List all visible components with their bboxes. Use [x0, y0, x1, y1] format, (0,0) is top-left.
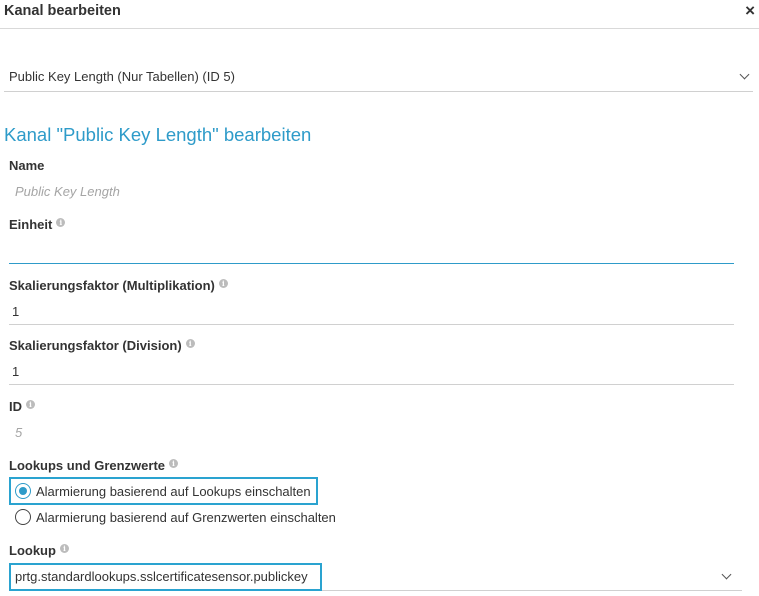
info-icon[interactable]: i — [169, 459, 179, 468]
highlight-box — [9, 563, 322, 591]
scale-mult-label: Skalierungsfaktor (Multiplikation) i — [9, 278, 228, 293]
chevron-down-icon — [721, 569, 732, 580]
radio-thresholds[interactable]: Alarmierung basierend auf Grenzwerten ei… — [15, 508, 336, 526]
radio-thresholds-label: Alarmierung basierend auf Grenzwerten ei… — [36, 509, 336, 525]
info-icon[interactable]: i — [26, 400, 35, 409]
dialog-title: Kanal bearbeiten — [4, 3, 121, 19]
info-icon[interactable]: i — [56, 218, 66, 227]
id-label: ID i — [9, 399, 35, 414]
highlight-box — [9, 477, 318, 505]
id-value: 5 — [15, 425, 23, 440]
scale-mult-input[interactable] — [9, 299, 734, 325]
lookup-label: Lookup i — [9, 543, 69, 558]
name-value: Public Key Length — [15, 184, 120, 199]
section-title: Kanal "Public Key Length" bearbeiten — [4, 124, 312, 145]
channel-select-value: Public Key Length (Nur Tabellen) (ID 5) — [9, 69, 235, 84]
unit-label: Einheit i — [9, 217, 66, 232]
unit-input[interactable] — [9, 238, 734, 264]
channel-select[interactable]: Public Key Length (Nur Tabellen) (ID 5) — [4, 62, 753, 92]
radio-button-unchecked[interactable] — [15, 509, 31, 525]
lookups-label: Lookups und Grenzwerte i — [9, 458, 179, 473]
info-icon[interactable]: i — [218, 279, 228, 288]
chevron-down-icon — [739, 69, 750, 80]
dialog-header: Kanal bearbeiten × — [0, 0, 759, 29]
info-icon[interactable]: i — [59, 544, 69, 553]
name-label: Name — [9, 158, 45, 173]
scale-div-label: Skalierungsfaktor (Division) i — [9, 338, 195, 353]
scale-div-input[interactable] — [9, 359, 734, 385]
close-icon[interactable]: × — [745, 1, 755, 21]
info-icon[interactable]: i — [185, 339, 195, 348]
